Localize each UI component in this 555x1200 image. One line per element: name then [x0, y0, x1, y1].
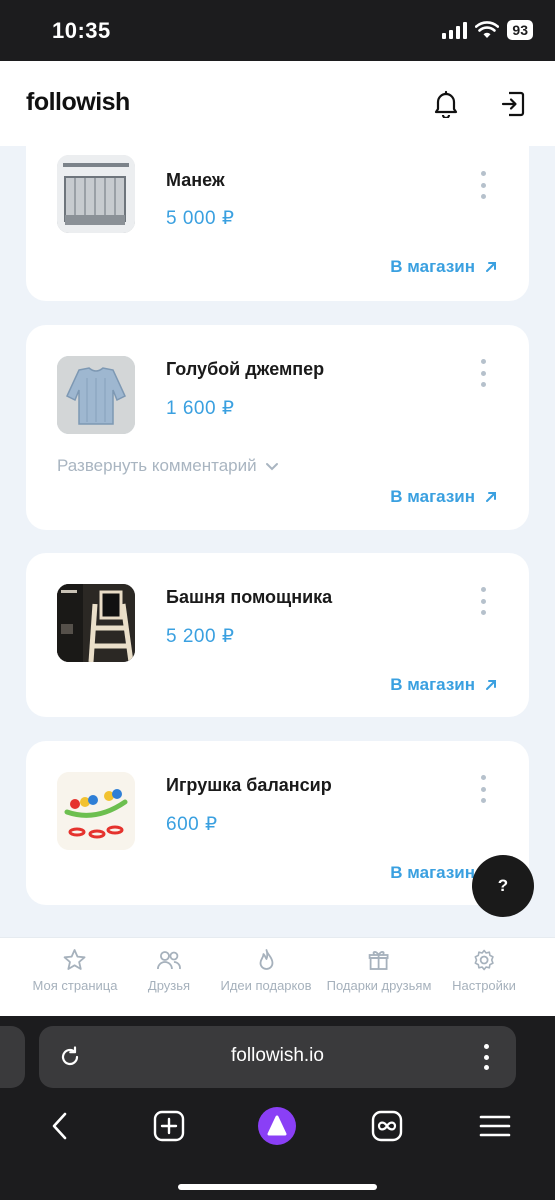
flame-icon — [259, 949, 273, 970]
browser-toolbar: followish.io — [0, 1016, 555, 1200]
app-header: followish — [0, 61, 555, 146]
users-icon — [157, 951, 181, 970]
bottom-tab-bar: Моя страница Друзья Идеи подарков Подарк… — [0, 937, 555, 1016]
status-time: 10:35 — [52, 18, 111, 43]
signal-icon — [442, 21, 468, 39]
back-button[interactable] — [40, 1106, 80, 1146]
item-price: 600 ₽ — [166, 814, 218, 835]
previous-tab-preview[interactable] — [0, 1026, 25, 1088]
tab-label: Друзья — [147, 978, 191, 993]
arrow-up-right-icon — [486, 262, 496, 272]
tab-gifts-to-friends[interactable]: Подарки друзьям — [326, 948, 432, 993]
item-price: 1 600 ₽ — [166, 398, 235, 419]
notifications-button[interactable] — [430, 88, 462, 120]
more-options-button[interactable] — [477, 359, 489, 387]
balancer-toy-image — [57, 772, 135, 850]
alice-assistant-icon — [258, 1107, 296, 1145]
jumper-image — [57, 356, 135, 434]
shop-link[interactable]: В магазин — [390, 487, 497, 507]
wifi-icon — [475, 21, 500, 38]
tabs-button[interactable] — [367, 1106, 407, 1146]
menu-button[interactable] — [475, 1106, 515, 1146]
tab-settings[interactable]: Настройки — [452, 948, 516, 993]
wishlist-feed[interactable]: Манеж 5 000 ₽ В магазин Голубой джемпер … — [0, 146, 555, 937]
chevron-down-icon — [265, 462, 278, 470]
more-options-button[interactable] — [477, 775, 489, 803]
home-indicator — [178, 1184, 377, 1190]
shop-link[interactable]: В магазин — [390, 675, 497, 695]
help-button[interactable]: ? — [472, 855, 534, 917]
logout-icon — [501, 91, 525, 117]
arrow-up-right-icon — [486, 492, 496, 502]
gear-icon — [474, 949, 494, 971]
gift-icon — [369, 951, 389, 970]
tab-my-page[interactable]: Моя страница — [32, 948, 118, 993]
star-icon — [64, 949, 86, 970]
tab-gift-ideas[interactable]: Идеи подарков — [220, 948, 312, 993]
arrow-up-right-icon — [486, 680, 496, 690]
item-price: 5 000 ₽ — [166, 208, 235, 229]
tab-label: Настройки — [452, 978, 516, 993]
item-title[interactable]: Игрушка балансир — [166, 775, 332, 796]
chevron-left-icon — [52, 1112, 67, 1140]
wish-card: Голубой джемпер 1 600 ₽ Развернуть комме… — [26, 325, 529, 530]
wish-card: Игрушка балансир 600 ₽ В магазин — [26, 741, 529, 905]
item-price: 5 200 ₽ — [166, 626, 235, 647]
infinity-tabs-icon — [371, 1110, 403, 1142]
more-options-button[interactable] — [477, 587, 489, 615]
expand-comment-button[interactable]: Развернуть комментарий — [57, 456, 279, 476]
tab-friends[interactable]: Друзья — [148, 948, 190, 993]
status-bar: 10:35 93 — [0, 0, 555, 61]
address-bar[interactable]: followish.io — [39, 1026, 516, 1088]
learning-tower-image — [57, 584, 135, 662]
shop-link[interactable]: В магазин — [390, 257, 497, 277]
playpen-image — [57, 155, 135, 233]
hamburger-icon — [479, 1115, 511, 1137]
assistant-button[interactable] — [257, 1106, 297, 1146]
tab-label: Моя страница — [32, 978, 118, 993]
plus-square-icon — [153, 1110, 185, 1142]
tab-label: Идеи подарков — [220, 978, 312, 993]
wish-card: Манеж 5 000 ₽ В магазин — [26, 146, 529, 301]
expand-comment-label: Развернуть комментарий — [57, 456, 257, 475]
shop-link-label: В магазин — [390, 257, 475, 276]
shop-link-label: В магазин — [390, 487, 475, 506]
shop-link-label: В магазин — [390, 675, 475, 694]
browser-menu-button[interactable] — [483, 1044, 489, 1070]
new-tab-button[interactable] — [149, 1106, 189, 1146]
item-title[interactable]: Голубой джемпер — [166, 359, 324, 380]
battery-indicator: 93 — [507, 20, 533, 40]
app-viewport: followish Манеж 5 000 ₽ В магазин Голубо… — [0, 61, 555, 1016]
tab-label: Подарки друзьям — [326, 978, 432, 993]
shop-link-label: В магазин — [390, 863, 475, 882]
wish-card: Башня помощника 5 200 ₽ В магазин — [26, 553, 529, 717]
item-image-balancer[interactable] — [57, 772, 135, 850]
app-logo[interactable]: followish — [26, 88, 130, 117]
item-image-jumper[interactable] — [57, 356, 135, 434]
item-title[interactable]: Манеж — [166, 170, 225, 191]
item-image-playpen[interactable] — [57, 155, 135, 233]
logout-button[interactable] — [497, 88, 529, 120]
bell-icon — [434, 90, 458, 118]
item-image-tower[interactable] — [57, 584, 135, 662]
item-title[interactable]: Башня помощника — [166, 587, 332, 608]
status-icons: 93 — [442, 20, 533, 40]
url-text[interactable]: followish.io — [39, 1045, 516, 1067]
more-options-button[interactable] — [477, 171, 489, 199]
